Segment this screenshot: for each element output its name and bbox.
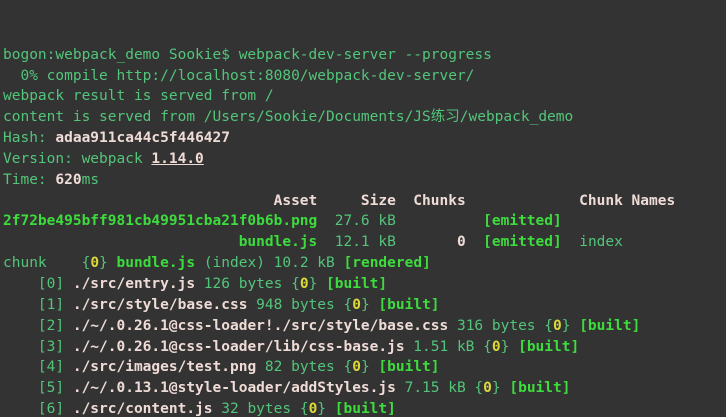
terminal-output: bogon:webpack_demo Sookie$ webpack-dev-s… — [3, 45, 726, 417]
terminal-text-segment: [rendered] — [344, 255, 431, 271]
terminal-text-segment: 0 — [352, 359, 361, 375]
hash-line: Hash: adaa911ca44c5f446427 — [3, 128, 726, 149]
shell-prompt-line: bogon:webpack_demo Sookie$ webpack-dev-s… — [3, 45, 726, 66]
terminal-text-segment: [emitted] — [483, 213, 562, 229]
terminal-text-segment: 0 — [492, 339, 501, 355]
terminal-text-segment: ./~/.0.26.1@css-loader!./src/style/base.… — [73, 318, 448, 334]
terminal-text-segment: bogon:webpack_demo Sookie$ webpack-dev-s… — [3, 47, 492, 63]
time-line: Time: 620ms — [3, 170, 726, 191]
terminal-text-segment: ./src/content.js — [73, 401, 213, 417]
terminal-text-segment: 0% compile http://localhost:8080/webpack… — [3, 68, 474, 84]
terminal-text-segment: } — [309, 276, 326, 292]
terminal-text-segment: ./~/.0.26.1@css-loader/lib/css-base.js — [73, 339, 405, 355]
terminal-text-segment: } — [99, 255, 116, 271]
terminal-text-segment: 27.6 kB — [317, 213, 483, 229]
module-row-5: [5] ./~/.0.13.1@style-loader/addStyles.j… — [3, 378, 726, 399]
module-row-2: [2] ./~/.0.26.1@css-loader!./src/style/b… — [3, 316, 726, 337]
terminal-text-segment: Time: — [3, 172, 55, 188]
terminal-text-segment: 0 — [352, 297, 361, 313]
terminal-text-segment: [2] — [3, 318, 73, 334]
module-row-3: [3] ./~/.0.26.1@css-loader/lib/css-base.… — [3, 337, 726, 358]
module-row-1: [1] ./src/style/base.css 948 bytes {0} [… — [3, 295, 726, 316]
terminal-text-segment: chunk { — [3, 255, 90, 271]
terminal-text-segment: 0 — [300, 276, 309, 292]
terminal-text-segment: 2f72be495bff981cb49951cba21f0b6b.png — [3, 213, 317, 229]
terminal-text-segment: 0 — [483, 380, 492, 396]
terminal-text-segment: [3] — [3, 339, 73, 355]
terminal-text-segment — [3, 234, 239, 250]
terminal-text-segment: 1.14.0 — [151, 151, 203, 167]
terminal-text-segment: [built] — [579, 318, 640, 334]
module-row-4: [4] ./src/images/test.png 82 bytes {0} [… — [3, 357, 726, 378]
terminal-text-segment: 0 — [553, 318, 562, 334]
terminal-text-segment: Version: webpack — [3, 151, 151, 167]
terminal-text-segment: index — [562, 234, 623, 250]
terminal-text-segment: 126 bytes { — [195, 276, 300, 292]
terminal-text-segment: 1.51 kB { — [405, 339, 492, 355]
asset-row-bundle: bundle.js 12.1 kB 0 [emitted] index — [3, 232, 726, 253]
terminal-text-segment: ./src/images/test.png — [73, 359, 256, 375]
terminal-text-segment: 0 — [309, 401, 318, 417]
terminal-text-segment: ./src/style/base.css — [73, 297, 248, 313]
terminal-text-segment: 948 bytes { — [247, 297, 352, 313]
terminal-text-segment: (index) 10.2 kB — [195, 255, 343, 271]
terminal-text-segment: } — [361, 297, 378, 313]
terminal-text-segment: } — [501, 339, 518, 355]
chunk-summary-line: chunk {0} bundle.js (index) 10.2 kB [ren… — [3, 253, 726, 274]
terminal-text-segment: content is served from /Users/Sookie/Doc… — [3, 109, 573, 125]
terminal-text-segment: } — [562, 318, 579, 334]
terminal-text-segment: [5] — [3, 380, 73, 396]
terminal-text-segment: 0 — [457, 234, 466, 250]
terminal-text-segment: 316 bytes { — [448, 318, 553, 334]
terminal-text-segment: [0] — [3, 276, 73, 292]
terminal-text-segment: [built] — [509, 380, 570, 396]
terminal-text-segment: 7.15 kB { — [396, 380, 483, 396]
terminal-text-segment: ./~/.0.13.1@style-loader/addStyles.js — [73, 380, 396, 396]
terminal-text-segment: adaa911ca44c5f446427 — [55, 130, 230, 146]
terminal-text-segment: 620 — [55, 172, 81, 188]
terminal-text-segment: [4] — [3, 359, 73, 375]
progress-line: 0% compile http://localhost:8080/webpack… — [3, 66, 726, 87]
terminal-text-segment: bundle.js — [117, 255, 196, 271]
terminal-text-segment: [1] — [3, 297, 73, 313]
terminal-text-segment: [built] — [335, 401, 396, 417]
terminal-text-segment: 12.1 kB — [317, 234, 457, 250]
terminal-text-segment: bundle.js — [239, 234, 318, 250]
terminal-text-segment: Asset Size Chunks Chunk Names — [3, 193, 675, 209]
terminal-text-segment: ms — [82, 172, 99, 188]
terminal-text-segment: } — [361, 359, 378, 375]
terminal-text-segment: 0 — [90, 255, 99, 271]
terminal-window: bogon:webpack_demo Sookie$ webpack-dev-s… — [0, 0, 726, 417]
table-header-line: Asset Size Chunks Chunk Names — [3, 191, 726, 212]
terminal-text-segment: [built] — [378, 359, 439, 375]
terminal-text-segment: } — [317, 401, 334, 417]
result-served-line: webpack result is served from / — [3, 86, 726, 107]
terminal-text-segment: [emitted] — [483, 234, 562, 250]
version-line: Version: webpack 1.14.0 — [3, 149, 726, 170]
terminal-text-segment: } — [492, 380, 509, 396]
terminal-text-segment — [466, 234, 483, 250]
content-served-line: content is served from /Users/Sookie/Doc… — [3, 107, 726, 128]
terminal-text-segment: [built] — [326, 276, 387, 292]
module-row-0: [0] ./src/entry.js 126 bytes {0} [built] — [3, 274, 726, 295]
module-row-6: [6] ./src/content.js 32 bytes {0} [built… — [3, 399, 726, 417]
terminal-text-segment: Hash: — [3, 130, 55, 146]
asset-row-png: 2f72be495bff981cb49951cba21f0b6b.png 27.… — [3, 211, 726, 232]
terminal-text-segment: 32 bytes { — [213, 401, 309, 417]
terminal-text-segment: [6] — [3, 401, 73, 417]
terminal-text-segment: [built] — [378, 297, 439, 313]
terminal-text-segment: webpack result is served from / — [3, 88, 274, 104]
terminal-text-segment: ./src/entry.js — [73, 276, 195, 292]
terminal-text-segment: [built] — [518, 339, 579, 355]
terminal-text-segment: 82 bytes { — [256, 359, 352, 375]
